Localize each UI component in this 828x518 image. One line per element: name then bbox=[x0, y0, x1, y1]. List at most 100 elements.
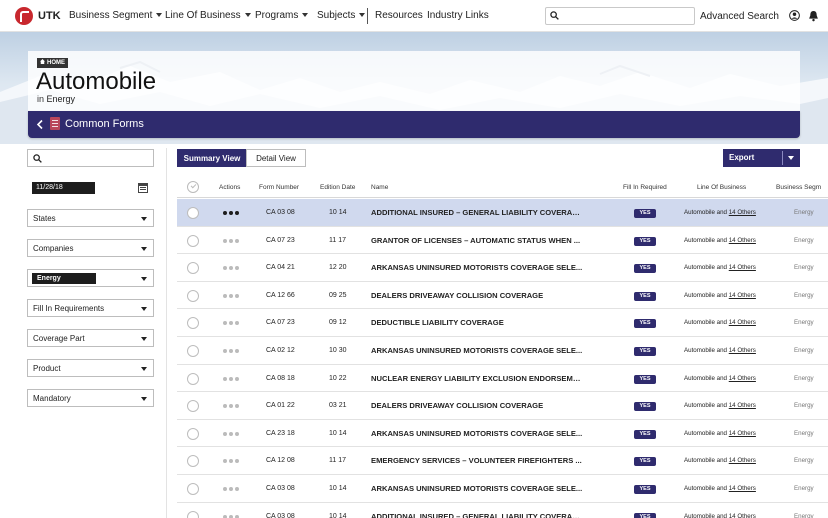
export-button[interactable]: Export bbox=[723, 149, 800, 167]
user-account-icon[interactable] bbox=[789, 10, 800, 21]
row-select-radio[interactable] bbox=[187, 510, 199, 518]
filter-search-input[interactable] bbox=[27, 149, 154, 167]
brand-name[interactable]: UTK bbox=[38, 10, 61, 22]
table-row[interactable]: CA 01 22 03 21 DEALERS DRIVEAWAY COLLISION… bbox=[177, 392, 828, 420]
date-filter[interactable]: 11/28/18 bbox=[27, 180, 154, 196]
filter-coverage-part[interactable]: Coverage Part bbox=[27, 329, 154, 347]
form-name-link[interactable]: DEALERS DRIVEAWAY COLLISION COVERAGE bbox=[371, 291, 583, 300]
others-link[interactable]: 14 Others bbox=[729, 513, 756, 518]
row-select-radio[interactable] bbox=[187, 344, 199, 357]
table-row[interactable]: CA 23 18 10 14 ARKANSAS UNINSURED MOTORIST… bbox=[177, 419, 828, 448]
nav-programs[interactable]: Programs bbox=[255, 10, 309, 21]
others-link[interactable]: 14 Others bbox=[729, 430, 756, 437]
column-header-business-segment[interactable]: Business Segm bbox=[776, 184, 821, 191]
more-actions-icon[interactable] bbox=[223, 266, 239, 271]
others-link[interactable]: 14 Others bbox=[729, 237, 756, 244]
more-actions-icon[interactable] bbox=[223, 293, 239, 298]
calendar-icon[interactable] bbox=[138, 183, 148, 193]
more-actions-icon[interactable] bbox=[223, 348, 239, 353]
form-name-link[interactable]: EMERGENCY SERVICES – VOLUNTEER FIREFIGHT… bbox=[371, 456, 583, 465]
column-header-actions[interactable]: Actions bbox=[219, 184, 240, 191]
detail-view-tab[interactable]: Detail View bbox=[246, 149, 306, 167]
select-all-checkbox[interactable] bbox=[187, 181, 199, 193]
form-name-link[interactable]: ARKANSAS UNINSURED MOTORISTS COVERAGE SE… bbox=[371, 484, 583, 493]
global-search-input[interactable] bbox=[545, 7, 695, 25]
others-link[interactable]: 14 Others bbox=[729, 319, 756, 326]
row-select-radio[interactable] bbox=[187, 427, 199, 440]
nav-subjects[interactable]: Subjects bbox=[317, 10, 366, 21]
filter-states[interactable]: States bbox=[27, 209, 154, 227]
others-link[interactable]: 14 Others bbox=[729, 457, 756, 464]
filter-fill-in-requirements[interactable]: Fill In Requirements bbox=[27, 299, 154, 317]
row-select-radio[interactable] bbox=[187, 400, 199, 413]
utk-logo-icon[interactable] bbox=[15, 7, 33, 25]
others-link[interactable]: 14 Others bbox=[729, 485, 756, 492]
more-actions-icon[interactable] bbox=[223, 238, 239, 243]
column-header-fill-in-required[interactable]: Fill In Required bbox=[623, 184, 667, 191]
back-chevron-icon[interactable] bbox=[36, 119, 44, 130]
row-select-radio[interactable] bbox=[187, 455, 199, 468]
row-select-radio[interactable] bbox=[187, 207, 199, 219]
row-select-radio[interactable] bbox=[187, 482, 199, 495]
table-row[interactable]: CA 03 08 10 14 ADDITIONAL INSURED – GENERA… bbox=[177, 502, 828, 518]
row-select-radio[interactable] bbox=[187, 234, 199, 247]
filter-product[interactable]: Product bbox=[27, 359, 154, 377]
column-header-name[interactable]: Name bbox=[371, 184, 388, 191]
form-name-link[interactable]: ADDITIONAL INSURED – GENERAL LIABILITY C… bbox=[371, 512, 583, 518]
filter-companies[interactable]: Companies bbox=[27, 239, 154, 257]
advanced-search-link[interactable]: Advanced Search bbox=[700, 11, 779, 22]
table-row[interactable]: CA 03 08 10 14 ARKANSAS UNINSURED MOTORIST… bbox=[177, 474, 828, 503]
more-actions-icon[interactable] bbox=[223, 211, 239, 215]
form-name-link[interactable]: ADDITIONAL INSURED – GENERAL LIABILITY C… bbox=[371, 208, 583, 217]
table-row[interactable]: CA 12 08 11 17 EMERGENCY SERVICES – VOLUNT… bbox=[177, 447, 828, 475]
table-row[interactable]: CA 03 08 10 14 ADDITIONAL INSURED – GENERA… bbox=[177, 199, 828, 227]
table-row[interactable]: CA 07 23 11 17 GRANTOR OF LICENSES – AUTOM… bbox=[177, 226, 828, 255]
form-name-link[interactable]: NUCLEAR ENERGY LIABILITY EXCLUSION ENDOR… bbox=[371, 374, 583, 383]
business-segment: Energy bbox=[794, 209, 814, 216]
more-actions-icon[interactable] bbox=[223, 514, 239, 518]
more-actions-icon[interactable] bbox=[223, 431, 239, 436]
filter-business-segment[interactable]: Energy bbox=[27, 269, 154, 287]
nav-business-segment[interactable]: Business Segment bbox=[69, 10, 163, 21]
more-actions-icon[interactable] bbox=[223, 486, 239, 491]
form-name-link[interactable]: DEDUCTIBLE LIABILITY COVERAGE bbox=[371, 318, 583, 327]
row-select-radio[interactable] bbox=[187, 317, 199, 330]
others-link[interactable]: 14 Others bbox=[729, 402, 756, 409]
more-actions-icon[interactable] bbox=[223, 459, 239, 464]
summary-view-tab[interactable]: Summary View bbox=[177, 149, 247, 167]
others-link[interactable]: 14 Others bbox=[729, 375, 756, 382]
home-breadcrumb[interactable]: HOME bbox=[37, 58, 68, 68]
notification-bell-icon[interactable] bbox=[808, 10, 819, 22]
nav-resources[interactable]: Resources bbox=[375, 10, 423, 21]
table-row[interactable]: CA 08 18 10 22 NUCLEAR ENERGY LIABILITY EX… bbox=[177, 364, 828, 393]
form-name-link[interactable]: DEALERS DRIVEAWAY COLLISION COVERAGE bbox=[371, 401, 583, 410]
filter-mandatory[interactable]: Mandatory bbox=[27, 389, 154, 407]
table-row[interactable]: CA 12 66 09 25 DEALERS DRIVEAWAY COLLISION… bbox=[177, 281, 828, 310]
row-select-radio[interactable] bbox=[187, 289, 199, 302]
form-name-link[interactable]: ARKANSAS UNINSURED MOTORISTS COVERAGE SE… bbox=[371, 346, 583, 355]
others-link[interactable]: 14 Others bbox=[729, 347, 756, 354]
more-actions-icon[interactable] bbox=[223, 321, 239, 326]
column-header-form-number[interactable]: Form Number bbox=[259, 184, 299, 191]
form-name-link[interactable]: GRANTOR OF LICENSES – AUTOMATIC STATUS W… bbox=[371, 236, 583, 245]
others-link[interactable]: 14 Others bbox=[729, 209, 756, 216]
nav-industry-links[interactable]: Industry Links bbox=[427, 10, 489, 21]
more-actions-icon[interactable] bbox=[223, 404, 239, 409]
table-row[interactable]: CA 07 23 09 12 DEDUCTIBLE LIABILITY COVERA… bbox=[177, 309, 828, 337]
row-select-radio[interactable] bbox=[187, 262, 199, 275]
column-header-edition-date[interactable]: Edition Date bbox=[320, 184, 355, 191]
chevron-down-icon[interactable] bbox=[788, 156, 794, 160]
column-header-line-of-business[interactable]: Line Of Business bbox=[697, 184, 746, 191]
more-actions-icon[interactable] bbox=[223, 376, 239, 381]
table-row[interactable]: CA 02 12 10 30 ARKANSAS UNINSURED MOTORIST… bbox=[177, 336, 828, 365]
edition-date: 09 25 bbox=[329, 291, 347, 299]
selected-segment-chip[interactable]: Energy bbox=[32, 273, 96, 284]
nav-line-of-business[interactable]: Line Of Business bbox=[165, 10, 251, 21]
form-name-link[interactable]: ARKANSAS UNINSURED MOTORISTS COVERAGE SE… bbox=[371, 429, 583, 438]
row-select-radio[interactable] bbox=[187, 372, 199, 385]
others-link[interactable]: 14 Others bbox=[729, 264, 756, 271]
form-name-link[interactable]: ARKANSAS UNINSURED MOTORISTS COVERAGE SE… bbox=[371, 263, 583, 272]
others-link[interactable]: 14 Others bbox=[729, 292, 756, 299]
date-value[interactable]: 11/28/18 bbox=[32, 182, 95, 194]
table-row[interactable]: CA 04 21 12 20 ARKANSAS UNINSURED MOTORIST… bbox=[177, 254, 828, 282]
